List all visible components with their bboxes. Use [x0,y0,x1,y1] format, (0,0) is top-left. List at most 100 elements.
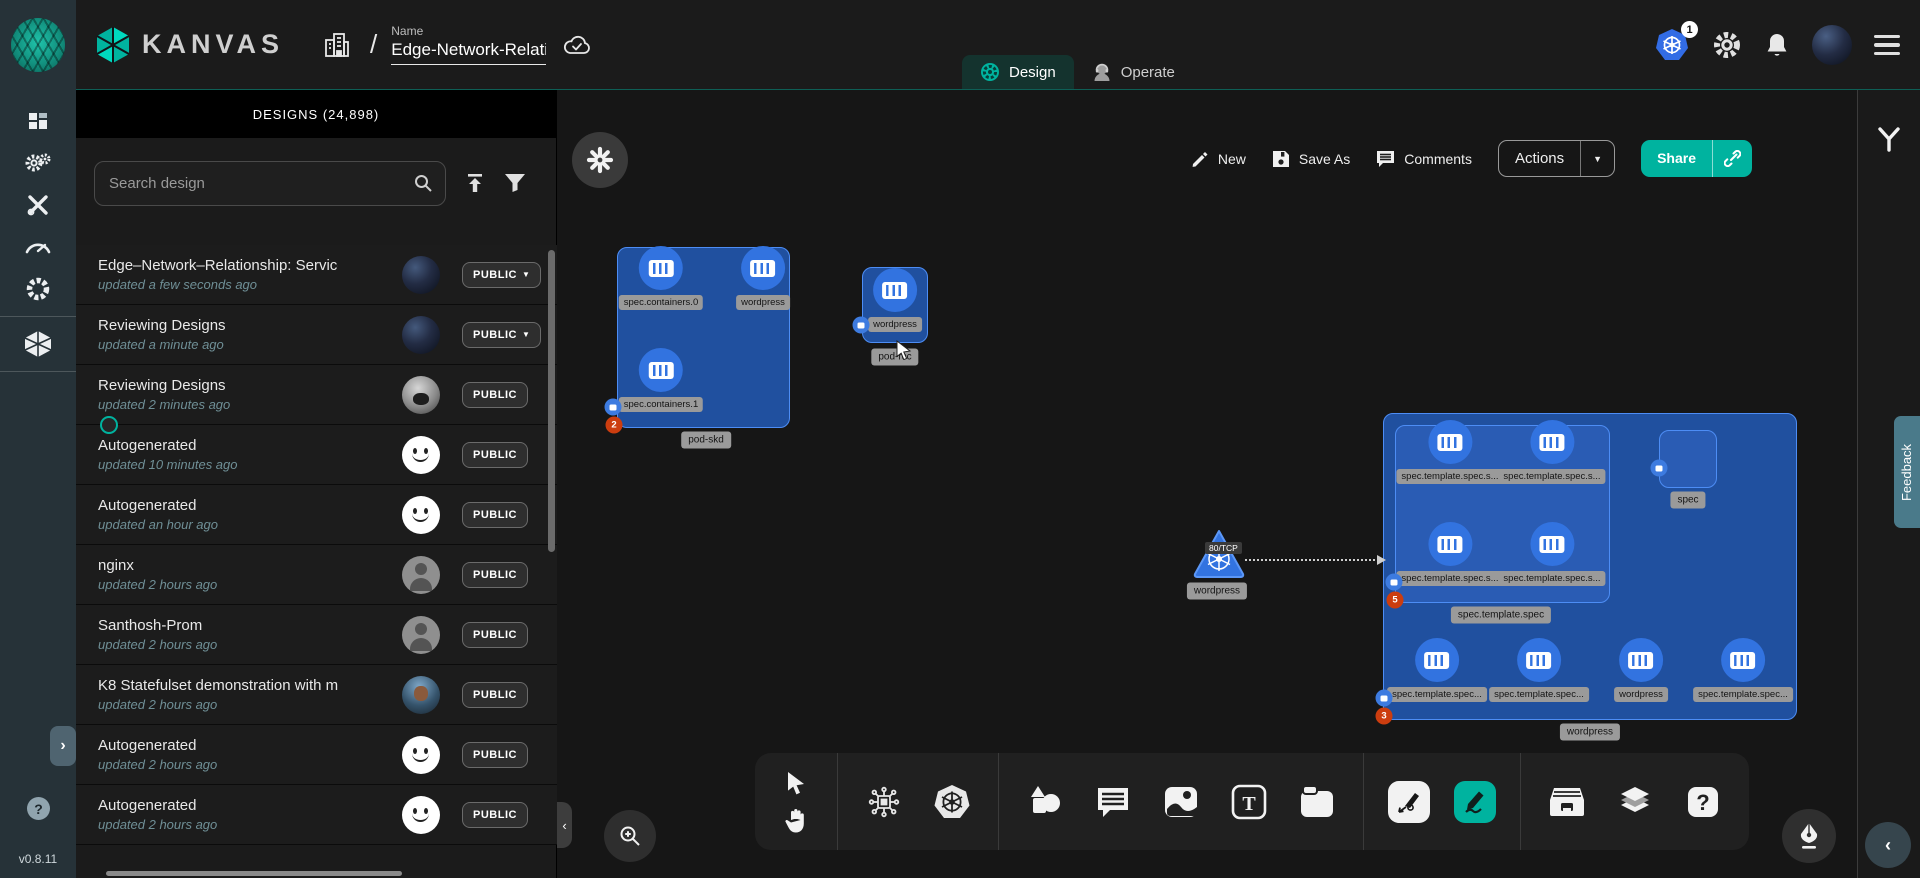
kubernetes-tool-button[interactable] [930,780,974,824]
image-tool-button[interactable] [1159,780,1203,824]
publish-upload-icon[interactable] [464,172,486,194]
vertical-scrollbar[interactable] [548,250,555,552]
search-input[interactable] [109,175,413,192]
k8s-container-icon[interactable] [1619,638,1663,682]
issue-count-badge[interactable]: 2 [606,417,623,434]
horizontal-scrollbar[interactable] [106,871,402,876]
tab-operate[interactable]: Operate [1074,55,1193,89]
issue-count-badge[interactable]: 5 [1387,592,1404,609]
container-node: spec.template.spec... [1693,638,1793,702]
new-button[interactable]: New [1191,150,1246,168]
visibility-select[interactable]: PUBLIC▼ [462,322,541,348]
filter-icon[interactable] [504,173,526,193]
design-list-item[interactable]: Reviewing Designsupdated 2 minutes ago P… [76,365,557,425]
design-list-item[interactable]: Autogeneratedupdated an hour ago PUBLIC [76,485,557,545]
comments-button[interactable]: Comments [1376,150,1472,168]
search-icon[interactable] [413,173,433,193]
spec-box[interactable] [1659,430,1717,488]
menu-hamburger-icon[interactable] [1874,35,1900,56]
pan-tool-button[interactable] [779,808,813,834]
k8s-container-icon[interactable] [1415,638,1459,682]
sidebar-item-kanvas[interactable] [0,323,76,365]
zoom-in-button[interactable] [604,810,656,862]
design-list-item[interactable]: Santhosh-Promupdated 2 hours ago PUBLIC [76,605,557,665]
k8s-container-icon[interactable] [1530,420,1574,464]
visibility-select[interactable]: PUBLIC▼ [462,262,541,288]
k8s-container-icon[interactable] [1721,638,1765,682]
organization-icon[interactable] [322,30,352,60]
sidebar-expand-button[interactable]: › [50,726,76,766]
toolbar-divider [837,753,838,850]
chevron-down-icon[interactable]: ▼ [1580,141,1614,176]
notifications-bell-icon[interactable] [1764,31,1790,59]
sidebar-item-lifecycle[interactable] [0,142,76,184]
pen-tool-button[interactable] [1388,781,1430,823]
design-list-item[interactable]: Autogeneratedupdated 2 hours ago PUBLIC [76,785,557,845]
k8s-container-icon[interactable] [1517,638,1561,682]
layers-tool-button[interactable] [1613,780,1657,824]
k8s-container-icon[interactable] [1530,522,1574,566]
visibility-badge[interactable]: PUBLIC [462,802,528,828]
visibility-badge[interactable]: PUBLIC [462,502,528,528]
service-label: wordpress [1187,583,1247,600]
help-button[interactable]: ? [27,797,50,820]
settings-gear-icon[interactable] [1712,30,1742,60]
share-split-button[interactable]: Share [1641,140,1752,177]
k8s-container-icon[interactable] [1428,420,1472,464]
canvas-action-bar: New Save As Comments Actions ▼ [1191,140,1752,177]
service-node[interactable] [1191,528,1247,580]
pen-nib-button[interactable] [1782,809,1836,863]
design-list-item[interactable]: Reviewing Designsupdated a minute ago PU… [76,305,557,365]
tab-design[interactable]: Design [962,55,1074,89]
integrations-tool-button[interactable] [862,780,906,824]
design-name-input[interactable] [391,38,546,65]
visibility-badge[interactable]: PUBLIC [462,382,528,408]
design-list-item[interactable]: Edge–Network–Relationship: Serviceupdate… [76,245,557,305]
sidebar-item-performance[interactable] [0,226,76,268]
visibility-badge[interactable]: PUBLIC [462,562,528,588]
flow-branch-icon[interactable] [1858,126,1920,152]
collaborator-cursor [100,416,118,434]
kanvas-logo[interactable]: KANVAS [94,25,284,65]
copy-link-icon[interactable] [1712,140,1752,177]
collapse-right-button[interactable]: ‹ [1865,822,1911,868]
actions-split-button[interactable]: Actions ▼ [1498,140,1615,177]
feedback-tab[interactable]: Feedback [1894,416,1920,528]
k8s-container-icon[interactable] [873,268,917,312]
help-tool-button[interactable]: ? [1681,780,1725,824]
design-list-item[interactable]: K8 Statefulset demonstration with monupd… [76,665,557,725]
panel-collapse-button[interactable]: ‹ [557,802,572,848]
save-as-button[interactable]: Save As [1272,150,1350,168]
design-list-item[interactable]: nginxupdated 2 hours ago PUBLIC [76,545,557,605]
visibility-badge[interactable]: PUBLIC [462,682,528,708]
service-to-deployment-edge[interactable] [1245,559,1383,561]
sidebar-item-extensions[interactable] [0,268,76,310]
meshery-logo-icon[interactable] [11,18,65,72]
visibility-badge[interactable]: PUBLIC [462,622,528,648]
drawer-tool-button[interactable] [1545,780,1589,824]
note-tool-button[interactable] [1295,780,1339,824]
sidebar-item-dashboard[interactable] [0,100,76,142]
kubernetes-context-button[interactable]: 1 [1654,27,1690,63]
gauge-icon [24,238,52,256]
sketch-tool-button[interactable] [1454,781,1496,823]
visibility-badge[interactable]: PUBLIC [462,442,528,468]
shapes-tool-button[interactable] [1023,780,1067,824]
visibility-badge[interactable]: PUBLIC [462,742,528,768]
issue-count-badge[interactable]: 3 [1376,708,1393,725]
k8s-container-icon[interactable] [741,246,785,290]
design-canvas[interactable]: New Save As Comments Actions ▼ [557,90,1857,878]
user-avatar[interactable] [1812,25,1852,65]
design-list-item[interactable]: Autogeneratedupdated 2 hours ago PUBLIC [76,725,557,785]
design-list-item[interactable]: Autogeneratedupdated 10 minutes ago PUBL… [76,425,557,485]
sidebar-item-configuration[interactable] [0,184,76,226]
k8s-container-icon[interactable] [639,246,683,290]
select-tool-button[interactable] [779,770,813,796]
context-count-badge: 1 [1681,21,1698,38]
k8s-container-icon[interactable] [639,348,683,392]
dock-toggle-button[interactable] [572,132,628,188]
text-tool-button[interactable]: T [1227,780,1271,824]
design-owner-avatar [402,676,440,714]
comment-tool-button[interactable] [1091,780,1135,824]
k8s-container-icon[interactable] [1428,522,1472,566]
